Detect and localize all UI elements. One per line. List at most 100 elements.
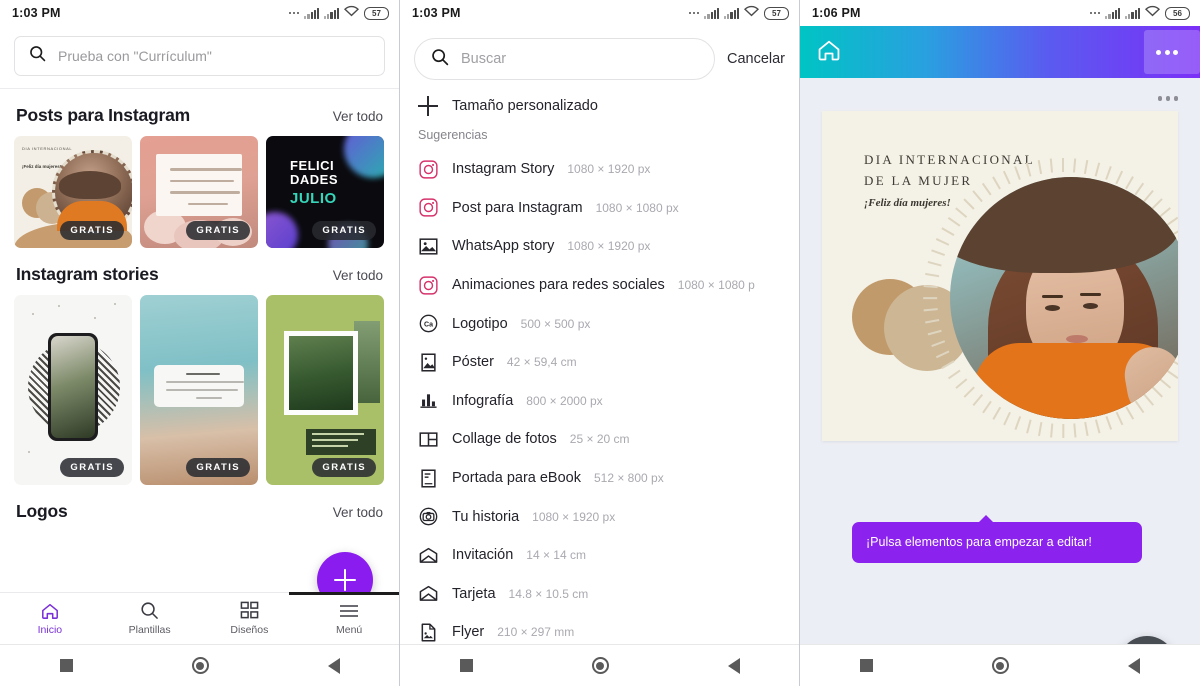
item-name: Instagram Story — [452, 161, 555, 178]
card-row-instagram-posts: DIA INTERNACIONAL ¡Feliz día mujeres! GR… — [0, 136, 399, 248]
tab-disenos[interactable]: Diseños — [200, 601, 300, 636]
list-item[interactable]: Tarjeta 14.8 × 10.5 cm — [418, 575, 781, 614]
template-card[interactable]: GRATIS — [14, 295, 132, 485]
item-name: WhatsApp story — [452, 238, 555, 255]
search-input[interactable]: Prueba con "Currículum" — [14, 36, 385, 76]
item-name: Post para Instagram — [452, 199, 583, 216]
canva-logo-icon: Ca — [418, 313, 439, 334]
item-name: Tarjeta — [452, 585, 496, 602]
design-canvas[interactable]: DIA INTERNACIONAL DE LA MUJER ¡Feliz día… — [822, 110, 1178, 441]
list-item[interactable]: Instagram Story 1080 × 1920 px — [418, 150, 781, 189]
template-card[interactable]: GRATIS — [140, 295, 258, 485]
android-nav-bar — [0, 644, 399, 686]
cancel-button[interactable]: Cancelar — [727, 51, 785, 67]
item-dimensions: 14.8 × 10.5 cm — [508, 586, 589, 601]
list-item[interactable]: WhatsApp story 1080 × 1920 px — [418, 227, 781, 266]
design-photo[interactable] — [950, 176, 1178, 419]
section-title: Instagram stories — [16, 264, 159, 284]
item-name: Flyer — [452, 624, 485, 641]
instagram-icon — [418, 275, 439, 296]
item-name: Póster — [452, 354, 494, 371]
item-name: Tu historia — [452, 508, 520, 525]
status-bar: 1:06 PM 56 — [800, 0, 1200, 26]
home-button[interactable] — [191, 657, 209, 674]
battery-indicator: 56 — [1165, 6, 1190, 20]
back-button[interactable] — [327, 657, 340, 674]
thumb-line-3: JULIO — [290, 190, 337, 207]
list-item[interactable]: Ca Logotipo 500 × 500 px — [418, 304, 781, 343]
instagram-icon — [418, 159, 439, 180]
status-icons: 56 — [1089, 4, 1190, 22]
item-dimensions: 512 × 800 px — [593, 471, 664, 486]
grid-icon — [240, 601, 259, 620]
item-dimensions: 25 × 20 cm — [569, 432, 630, 447]
chart-icon — [418, 390, 439, 411]
list-item[interactable]: Tu historia 1080 × 1920 px — [418, 497, 781, 536]
back-button[interactable] — [1128, 657, 1141, 674]
see-all-link[interactable]: Ver todo — [333, 505, 383, 520]
panel-editor: 1:06 PM 56 DIA INTERNACIONAL DE LA MUJER… — [800, 0, 1200, 686]
home-icon[interactable] — [816, 38, 842, 67]
template-card[interactable]: GRATIS — [140, 136, 258, 248]
signal-icon-2 — [324, 7, 339, 19]
template-thumbnail — [140, 295, 258, 485]
list-item[interactable]: Animaciones para redes sociales 1080 × 1… — [418, 266, 781, 305]
tab-label: Menú — [335, 624, 363, 636]
envelope-icon — [418, 545, 439, 566]
more-options-icon[interactable] — [1157, 96, 1178, 101]
tab-plantillas[interactable]: Plantillas — [100, 601, 200, 636]
home-button[interactable] — [591, 657, 609, 674]
item-name: Animaciones para redes sociales — [452, 277, 665, 294]
thumb-subtitle: ¡Feliz día mujeres! — [22, 164, 62, 169]
card-row-instagram-stories: GRATIS GRATIS GRATIS — [0, 295, 399, 485]
canvas-options-row — [800, 88, 1200, 111]
tab-label: Diseños — [230, 624, 269, 636]
list-item[interactable]: Invitación 14 × 14 cm — [418, 536, 781, 575]
tab-inicio[interactable]: Inicio — [0, 601, 100, 636]
flyer-icon — [418, 622, 439, 643]
status-bar: 1:03 PM 57 — [400, 0, 799, 26]
tab-label: Inicio — [37, 624, 63, 636]
more-dots-icon — [1089, 11, 1101, 15]
editor-toolbar — [800, 26, 1200, 78]
design-subtitle[interactable]: ¡Feliz día mujeres! — [864, 197, 951, 209]
free-badge: GRATIS — [312, 221, 376, 240]
list-item[interactable]: Infografía 800 × 2000 px — [418, 382, 781, 421]
signal-icon-1 — [1105, 7, 1121, 19]
canvas-area: DIA INTERNACIONAL DE LA MUJER ¡Feliz día… — [800, 78, 1200, 686]
wifi-icon — [343, 4, 360, 22]
see-all-link[interactable]: Ver todo — [333, 268, 383, 283]
panel-home: 1:03 PM 57 Prueba con "Currículum" Posts… — [0, 0, 400, 686]
thumb-line-1: FELICI — [290, 158, 335, 173]
battery-indicator: 57 — [364, 6, 389, 20]
back-button[interactable] — [727, 657, 740, 674]
recents-button[interactable] — [459, 659, 473, 672]
tab-menu[interactable]: Menú — [299, 601, 399, 636]
recents-button[interactable] — [859, 659, 873, 672]
home-button[interactable] — [991, 657, 1009, 674]
instagram-icon — [418, 197, 439, 218]
see-all-link[interactable]: Ver todo — [333, 109, 383, 124]
book-icon — [418, 468, 439, 489]
camera-icon — [418, 506, 439, 527]
search-input[interactable]: Buscar — [414, 38, 715, 80]
list-item[interactable]: Póster 42 × 59,4 cm — [418, 343, 781, 382]
free-badge: GRATIS — [60, 458, 124, 477]
editor-tooltip: ¡Pulsa elementos para empezar a editar! — [852, 515, 1142, 563]
android-nav-bar — [400, 644, 799, 686]
template-card[interactable]: DIA INTERNACIONAL ¡Feliz día mujeres! GR… — [14, 136, 132, 248]
template-card[interactable]: FELICI DADES JULIO GRATIS — [266, 136, 384, 248]
item-dimensions: 42 × 59,4 cm — [506, 355, 577, 370]
template-card[interactable]: GRATIS — [266, 295, 384, 485]
signal-icon-2 — [1125, 7, 1140, 19]
custom-size-row[interactable]: Tamaño personalizado — [400, 90, 799, 128]
list-item[interactable]: Portada para eBook 512 × 800 px — [418, 459, 781, 498]
search-bar-row: Buscar Cancelar — [400, 26, 799, 90]
list-item[interactable]: Collage de fotos 25 × 20 cm — [418, 420, 781, 459]
panel-search-sizes: 1:03 PM 57 Buscar Cancelar Tamaño person… — [400, 0, 800, 686]
more-options-icon[interactable] — [1156, 26, 1178, 78]
signal-icon-1 — [304, 7, 320, 19]
recents-button[interactable] — [59, 659, 73, 672]
list-item[interactable]: Post para Instagram 1080 × 1080 px — [418, 189, 781, 228]
free-badge: GRATIS — [186, 458, 250, 477]
